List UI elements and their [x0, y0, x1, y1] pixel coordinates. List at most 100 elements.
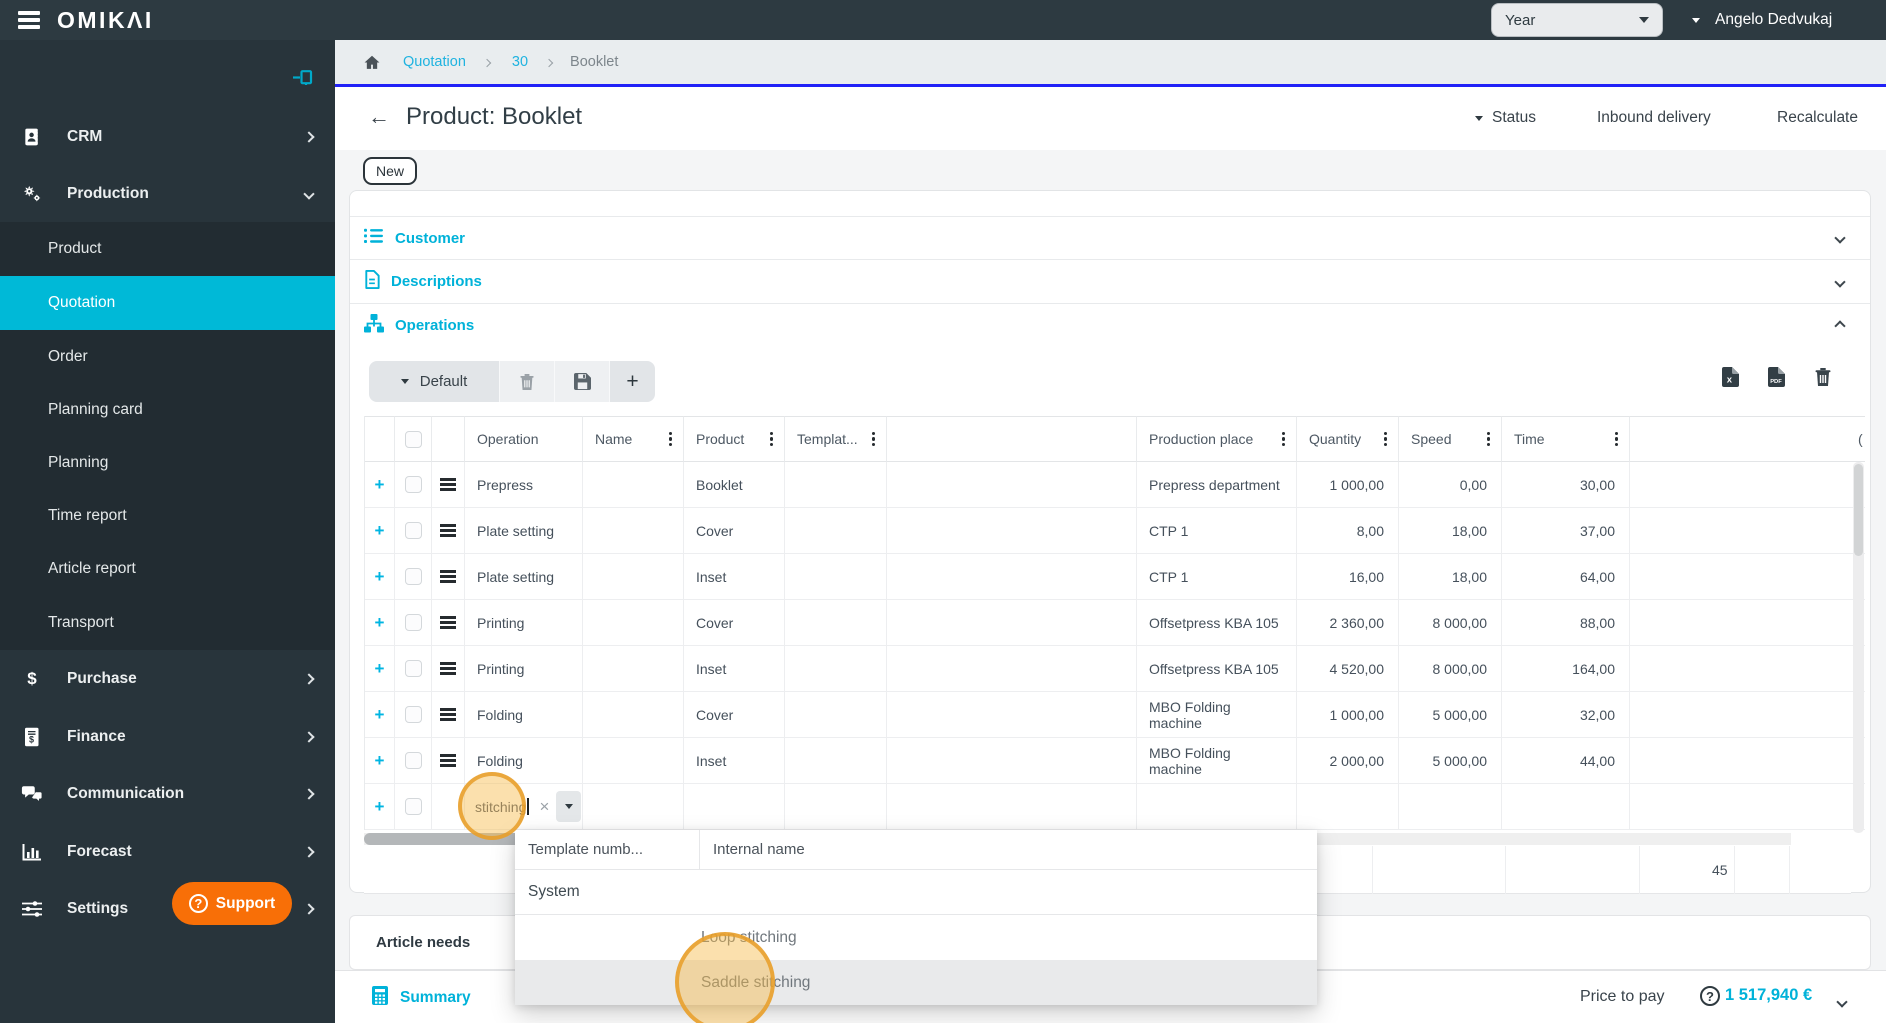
drag-handle-icon[interactable] [432, 462, 465, 508]
sidebar-item-planning-card[interactable]: Planning card [0, 383, 335, 437]
add-row-button[interactable]: + [365, 784, 395, 830]
section-customer[interactable]: Customer [350, 216, 1870, 259]
breadcrumb-quotation[interactable]: Quotation [403, 54, 466, 70]
chevron-down-icon[interactable] [1836, 993, 1848, 1011]
col-production-place[interactable]: Production place [1137, 416, 1297, 462]
col-operation[interactable]: Operation [465, 416, 583, 462]
sliders-icon [18, 900, 46, 918]
sidebar-item-communication[interactable]: Communication [0, 772, 335, 816]
drag-handle-icon[interactable] [432, 508, 465, 554]
c-unnamed [887, 738, 1137, 784]
export-excel-icon[interactable]: x [1722, 367, 1739, 387]
sidebar-item-article-report[interactable]: Article report [0, 542, 335, 596]
home-icon[interactable] [363, 54, 381, 71]
sidebar-item-planning[interactable]: Planning [0, 436, 335, 490]
inbound-delivery-button[interactable]: Inbound delivery [1597, 109, 1711, 127]
section-descriptions[interactable]: Descriptions [350, 259, 1870, 303]
sidebar-item-order[interactable]: Order [0, 330, 335, 384]
col-time[interactable]: Time [1502, 416, 1630, 462]
user-menu[interactable]: Angelo Dedvukaj [1692, 0, 1832, 40]
column-menu-icon[interactable] [1280, 428, 1287, 450]
sidebar-item-finance[interactable]: $ Finance [0, 715, 335, 759]
hamburger-menu-icon[interactable] [18, 8, 40, 33]
sidebar-item-quotation[interactable]: Quotation [0, 276, 335, 330]
column-menu-icon[interactable] [1613, 428, 1620, 450]
col-name[interactable]: Name [583, 416, 684, 462]
drag-handle-icon[interactable] [432, 738, 465, 784]
row-checkbox[interactable] [395, 784, 432, 830]
view-select[interactable]: Default [369, 361, 499, 402]
delete-rows-icon[interactable] [1814, 367, 1832, 387]
summary-section[interactable]: Summary [372, 971, 471, 1023]
add-row-button[interactable]: + [365, 646, 395, 692]
dropdown-option-saddle-stitching[interactable]: Saddle stitching [515, 960, 1317, 1005]
add-row-button[interactable]: + [365, 738, 395, 784]
sidebar-item-forecast[interactable]: Forecast [0, 830, 335, 874]
save-view-button[interactable] [554, 361, 609, 402]
breadcrumb-30[interactable]: 30 [512, 54, 528, 70]
add-view-button[interactable]: + [609, 361, 655, 402]
column-menu-icon[interactable] [870, 428, 877, 450]
drag-handle-icon[interactable] [432, 692, 465, 738]
row-checkbox[interactable] [395, 738, 432, 784]
add-row-button[interactable]: + [365, 692, 395, 738]
sidebar-item-production[interactable]: Production [0, 172, 335, 216]
sidebar-item-transport[interactable]: Transport [0, 596, 335, 650]
pin-sidebar-icon[interactable] [292, 70, 313, 90]
sidebar-item-time-report[interactable]: Time report [0, 489, 335, 543]
col-product[interactable]: Product [684, 416, 785, 462]
question-icon[interactable]: ? [1700, 986, 1720, 1006]
year-select[interactable]: Year [1491, 3, 1663, 37]
chevron-up-icon[interactable] [1834, 316, 1846, 335]
column-menu-icon[interactable] [1382, 428, 1389, 450]
cell-template [785, 508, 887, 554]
click-highlight-input [458, 772, 526, 840]
chevron-down-icon [1639, 17, 1649, 23]
sidebar-item-crm[interactable]: CRM [0, 115, 335, 159]
col-template[interactable]: Templat... [785, 416, 887, 462]
add-row-button[interactable]: + [365, 508, 395, 554]
add-row-button[interactable]: + [365, 600, 395, 646]
sidebar-item-label: Settings [67, 900, 129, 917]
delete-view-button[interactable] [499, 361, 554, 402]
back-button[interactable]: ← [368, 104, 390, 130]
column-menu-icon[interactable] [768, 428, 775, 450]
dropdown-header-row: Template numb... Internal name [515, 830, 1317, 870]
chevron-down-icon[interactable] [1834, 273, 1846, 291]
row-checkbox[interactable] [395, 600, 432, 646]
export-pdf-icon[interactable]: PDF [1768, 367, 1785, 387]
col-speed[interactable]: Speed [1399, 416, 1502, 462]
add-row-button[interactable]: + [365, 462, 395, 508]
column-menu-icon[interactable] [667, 428, 674, 450]
cell-name [583, 554, 684, 600]
column-menu-icon[interactable] [1485, 428, 1492, 450]
drag-handle-icon[interactable] [432, 554, 465, 600]
recalculate-button[interactable]: Recalculate [1777, 109, 1858, 127]
support-button[interactable]: ? Support [172, 882, 292, 925]
scrollbar-thumb[interactable] [1854, 464, 1863, 556]
summary-label: Summary [400, 988, 471, 1006]
chevron-down-icon[interactable] [1834, 229, 1846, 247]
chevron-right-icon [303, 670, 315, 688]
row-checkbox[interactable] [395, 554, 432, 600]
page-title: Product: Booklet [406, 103, 583, 130]
open-dropdown-button[interactable] [556, 791, 582, 822]
sidebar-item-purchase[interactable]: $ Purchase [0, 657, 335, 701]
row-checkbox[interactable] [395, 646, 432, 692]
sidebar-item-product[interactable]: Product [0, 222, 335, 276]
dropdown-option-loop-stitching[interactable]: Loop stitching [515, 915, 1317, 960]
col-quantity[interactable]: Quantity [1297, 416, 1399, 462]
chevron-down-icon [1692, 17, 1700, 23]
row-checkbox[interactable] [395, 508, 432, 554]
row-checkbox[interactable] [395, 692, 432, 738]
contact-book-icon [18, 127, 46, 147]
row-checkbox[interactable] [395, 462, 432, 508]
add-row-button[interactable]: + [365, 554, 395, 600]
clear-input-icon[interactable]: × [540, 798, 550, 815]
drag-handle-icon[interactable] [432, 600, 465, 646]
drag-handle-icon[interactable] [432, 646, 465, 692]
vertical-scrollbar[interactable] [1853, 462, 1864, 833]
status-button[interactable]: Status [1475, 109, 1536, 127]
select-all-checkbox[interactable] [395, 416, 432, 462]
section-operations[interactable]: Operations [350, 303, 1870, 347]
